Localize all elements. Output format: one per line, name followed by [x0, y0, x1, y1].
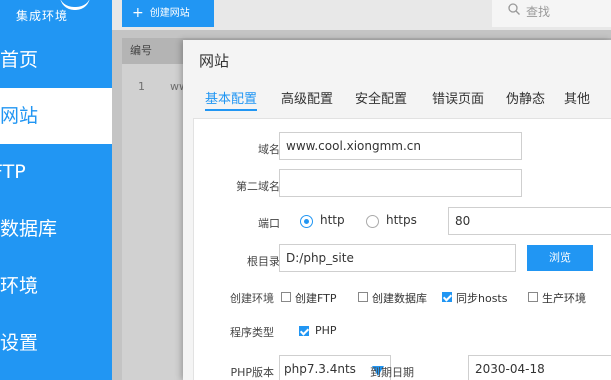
- website-modal: 网站 基本配置 高级配置 安全配置 错误页面 伪静态 其他 域名 www.coo…: [183, 40, 611, 380]
- sync-hosts-checkbox[interactable]: [442, 292, 452, 302]
- basic-config-panel: 域名 www.cool.xiongmm.cn 第二域名 端口 http http…: [193, 118, 611, 380]
- domain-label: 域名: [258, 143, 280, 156]
- domain-input[interactable]: www.cool.xiongmm.cn: [279, 132, 522, 160]
- topbar: + 创建网站 查找: [112, 0, 611, 30]
- port-input[interactable]: 80: [448, 207, 611, 235]
- sidebar: 集成环境 首页 网站 FTP 数据库 环境 设置: [0, 0, 112, 380]
- expire-date-input[interactable]: 2030-04-18: [468, 355, 611, 380]
- second-domain-input[interactable]: [279, 169, 522, 197]
- create-website-button[interactable]: + 创建网站: [122, 0, 214, 27]
- sidebar-item-database[interactable]: 数据库: [0, 201, 112, 257]
- search-icon: [508, 3, 520, 15]
- modal-title: 网站: [199, 52, 230, 70]
- sidebar-item-websites[interactable]: 网站: [0, 88, 112, 144]
- create-db-checkbox[interactable]: [358, 292, 368, 302]
- http-radio-label: http: [320, 213, 345, 227]
- create-website-label: 创建网站: [149, 8, 190, 19]
- create-ftp-checkbox[interactable]: [281, 292, 291, 302]
- tab-error-pages[interactable]: 错误页面: [432, 88, 484, 107]
- tab-security-config[interactable]: 安全配置: [355, 88, 407, 107]
- sync-hosts-label: 同步hosts: [456, 292, 508, 305]
- https-radio-label: https: [386, 213, 417, 227]
- create-ftp-label: 创建FTP: [295, 292, 337, 305]
- production-env-checkbox[interactable]: [528, 292, 538, 302]
- tab-basic-config[interactable]: 基本配置: [205, 88, 258, 111]
- port-label: 端口: [258, 217, 280, 230]
- sidebar-item-settings[interactable]: 设置: [0, 315, 112, 371]
- logo-text: 集成环境: [16, 9, 69, 23]
- sidebar-item-ftp[interactable]: FTP: [0, 144, 112, 200]
- create-db-label: 创建数据库: [372, 292, 427, 305]
- php-checkbox[interactable]: [299, 326, 309, 336]
- search-input[interactable]: 查找: [492, 0, 611, 27]
- root-dir-input[interactable]: D:/php_site: [279, 244, 516, 272]
- production-env-label: 生产环境: [542, 292, 586, 305]
- php-version-label: PHP版本: [230, 366, 274, 379]
- logo: 集成环境: [0, 0, 112, 32]
- expire-date-label: 到期日期: [370, 366, 414, 379]
- search-placeholder: 查找: [526, 5, 551, 19]
- root-dir-label: 根目录: [247, 255, 280, 268]
- create-env-label: 创建环境: [230, 292, 274, 305]
- plus-icon: +: [132, 5, 144, 21]
- http-radio[interactable]: [300, 215, 313, 228]
- php-checkbox-label: PHP: [315, 324, 337, 337]
- sidebar-item-environment[interactable]: 环境: [0, 258, 112, 314]
- second-domain-label: 第二域名: [236, 180, 280, 193]
- browse-button[interactable]: 浏览: [527, 245, 593, 271]
- https-radio[interactable]: [366, 215, 379, 228]
- program-type-label: 程序类型: [230, 326, 274, 339]
- tab-rewrite[interactable]: 伪静态: [506, 88, 545, 107]
- tab-other[interactable]: 其他: [564, 88, 590, 107]
- sidebar-item-home[interactable]: 首页: [0, 32, 112, 88]
- sidebar-item-ftp-label: FTP: [0, 161, 26, 183]
- modal-tabs: 基本配置 高级配置 安全配置 错误页面 伪静态 其他: [183, 88, 611, 112]
- tab-advanced-config[interactable]: 高级配置: [281, 88, 333, 107]
